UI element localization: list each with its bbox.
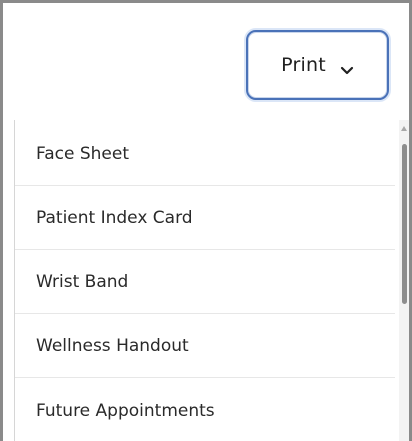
print-menu: Face Sheet Patient Index Card Wrist Band… — [14, 120, 409, 441]
chevron-down-icon — [340, 61, 354, 74]
scrollbar-thumb[interactable] — [402, 144, 407, 304]
menu-item-wrist-band[interactable]: Wrist Band — [15, 251, 395, 314]
menu-item-face-sheet[interactable]: Face Sheet — [15, 123, 395, 186]
menu-item-wellness-handout[interactable]: Wellness Handout — [15, 315, 395, 378]
print-button[interactable]: Print — [246, 30, 389, 100]
menu-item-future-appointments[interactable]: Future Appointments — [15, 379, 395, 441]
menu-scrollbar[interactable] — [399, 120, 409, 441]
print-button-label: Print — [281, 54, 326, 76]
scroll-up-icon[interactable] — [401, 126, 407, 131]
print-dropdown-panel: Print Face Sheet Patient Index Card Wris… — [3, 3, 409, 441]
menu-item-patient-index-card[interactable]: Patient Index Card — [15, 187, 395, 250]
